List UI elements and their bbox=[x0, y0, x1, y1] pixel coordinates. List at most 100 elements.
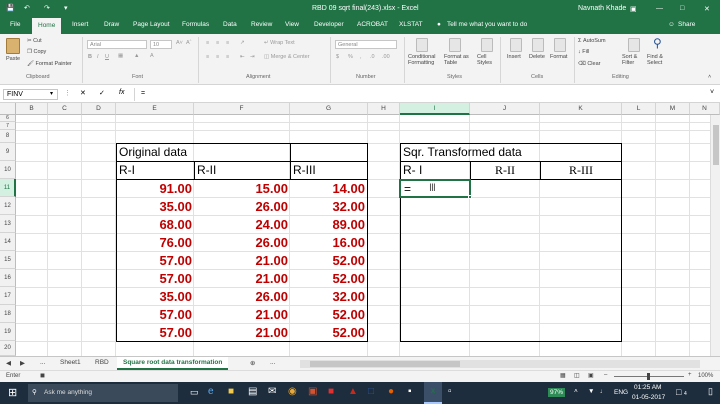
original-r3-row3[interactable]: 89.00 bbox=[290, 217, 365, 232]
chrome-icon[interactable]: ◉ bbox=[288, 386, 297, 397]
font-color-icon[interactable]: A bbox=[150, 53, 154, 59]
horizontal-scrollbar[interactable] bbox=[300, 360, 700, 368]
cancel-entry-icon[interactable]: ✕ bbox=[80, 89, 86, 97]
column-header-e[interactable]: E bbox=[116, 103, 194, 115]
excel-taskbar-icon[interactable]: X bbox=[424, 382, 442, 404]
ribbon-display-icon[interactable]: ▣ bbox=[630, 5, 637, 13]
original-data-title[interactable]: Original data bbox=[119, 145, 187, 159]
row-header-10[interactable]: 10 bbox=[0, 161, 16, 179]
wrap-text-button[interactable]: ↵ Wrap Text bbox=[264, 40, 295, 46]
row-header-7[interactable]: 7 bbox=[0, 122, 16, 130]
find-select-button[interactable]: Find & Select bbox=[647, 54, 671, 66]
sort-filter-icon[interactable] bbox=[628, 38, 640, 52]
original-r2-row1[interactable]: 15.00 bbox=[194, 181, 288, 196]
battery-indicator[interactable]: 97% bbox=[548, 388, 566, 397]
original-header-r3[interactable]: R-III bbox=[293, 163, 316, 177]
store-icon[interactable]: ▤ bbox=[248, 386, 257, 397]
worksheet-grid[interactable]: B C D E F G H I J K L M N 6 7 8 9 10 11 … bbox=[0, 103, 720, 356]
share-icon[interactable]: ☺ bbox=[668, 21, 675, 28]
windows-start-icon[interactable]: ⊞ bbox=[8, 386, 17, 399]
delete-cells-icon[interactable] bbox=[532, 38, 544, 52]
clock-time[interactable]: 01:25 AM bbox=[634, 384, 661, 391]
edge-browser-icon[interactable]: e bbox=[208, 386, 214, 397]
format-cells-icon[interactable] bbox=[554, 38, 566, 52]
page-break-view-icon[interactable]: ▣ bbox=[588, 372, 594, 379]
original-r1-row6[interactable]: 57.00 bbox=[116, 271, 192, 286]
more-sheets-left[interactable]: ... bbox=[40, 359, 45, 366]
user-name[interactable]: Navnath Khade bbox=[578, 5, 626, 12]
tray-overflow-icon[interactable]: ˄ bbox=[574, 388, 578, 395]
font-size-box[interactable]: 10 bbox=[150, 40, 172, 49]
column-header-f[interactable]: F bbox=[194, 103, 290, 115]
original-r1-row8[interactable]: 57.00 bbox=[116, 307, 192, 322]
orientation-icon[interactable]: ↗ bbox=[240, 40, 245, 46]
format-as-table-icon[interactable] bbox=[449, 38, 461, 52]
row-header-13[interactable]: 13 bbox=[0, 215, 16, 233]
column-header-c[interactable]: C bbox=[48, 103, 82, 115]
tell-me-box[interactable]: Tell me what you want to do bbox=[447, 21, 527, 28]
fill-color-icon[interactable]: ▲ bbox=[134, 53, 139, 59]
transformed-data-title[interactable]: Sqr. Transformed data bbox=[403, 145, 522, 159]
tab-file[interactable]: File bbox=[10, 21, 20, 28]
insert-function-icon[interactable]: fx bbox=[119, 89, 124, 96]
share-button[interactable]: Share bbox=[678, 21, 695, 28]
format-painter-button[interactable]: 🖌 Format Painter bbox=[27, 61, 72, 67]
row-header-11[interactable]: 11 bbox=[0, 179, 16, 197]
original-r1-row7[interactable]: 35.00 bbox=[116, 289, 192, 304]
page-layout-view-icon[interactable]: ◫ bbox=[574, 372, 580, 379]
row-header-14[interactable]: 14 bbox=[0, 233, 16, 251]
original-r3-row4[interactable]: 16.00 bbox=[290, 235, 365, 250]
tab-data[interactable]: Data bbox=[223, 21, 237, 28]
italic-button[interactable]: I bbox=[97, 54, 99, 60]
next-sheet-icon[interactable]: ▶ bbox=[20, 359, 25, 367]
maximize-icon[interactable]: □ bbox=[680, 5, 684, 12]
original-r1-row1[interactable]: 91.00 bbox=[116, 181, 192, 196]
sheet-tab-rbd[interactable]: RBD bbox=[95, 359, 109, 366]
currency-icon[interactable]: $ bbox=[336, 54, 339, 60]
original-r3-row9[interactable]: 52.00 bbox=[290, 325, 365, 340]
app-icon[interactable]: ■ bbox=[328, 386, 334, 397]
action-center-icon[interactable]: □ bbox=[676, 387, 681, 397]
align-top-icon[interactable]: ≡ bbox=[206, 40, 209, 46]
paste-button[interactable]: Paste bbox=[6, 56, 20, 62]
number-format-box[interactable]: General bbox=[335, 40, 397, 49]
sheet-tab-sheet1[interactable]: Sheet1 bbox=[60, 359, 81, 366]
grow-font-icon[interactable]: A˅ bbox=[176, 40, 183, 46]
add-sheet-icon[interactable]: ⊕ bbox=[250, 359, 255, 367]
keyboard-language[interactable]: ENG bbox=[614, 389, 628, 396]
cell-styles-icon[interactable] bbox=[481, 38, 493, 52]
redo-icon[interactable]: ↷ bbox=[44, 4, 50, 12]
autosum-button[interactable]: Σ AutoSum bbox=[578, 38, 606, 44]
fill-handle[interactable] bbox=[468, 195, 472, 199]
align-right-icon[interactable]: ≡ bbox=[226, 54, 229, 60]
sort-filter-button[interactable]: Sort & Filter bbox=[622, 54, 646, 66]
comma-icon[interactable]: , bbox=[360, 54, 362, 60]
clear-button[interactable]: ⌫ Clear bbox=[578, 61, 600, 67]
column-header-g[interactable]: G bbox=[290, 103, 368, 115]
format-as-table-button[interactable]: Format as Table bbox=[444, 54, 472, 66]
original-r3-row8[interactable]: 52.00 bbox=[290, 307, 365, 322]
cell-styles-button[interactable]: Cell Styles bbox=[477, 54, 497, 66]
row-header-16[interactable]: 16 bbox=[0, 269, 16, 287]
borders-icon[interactable]: ▦ bbox=[118, 53, 123, 59]
paste-icon[interactable] bbox=[6, 38, 20, 54]
task-view-icon[interactable]: ▭ bbox=[190, 387, 199, 398]
app-icon[interactable]: ▫ bbox=[448, 386, 452, 397]
original-r2-row8[interactable]: 21.00 bbox=[194, 307, 288, 322]
show-desktop-icon[interactable]: ▯ bbox=[708, 386, 713, 397]
row-header-20[interactable]: 20 bbox=[0, 341, 16, 356]
original-header-r1[interactable]: R-I bbox=[119, 163, 135, 177]
row-header-18[interactable]: 18 bbox=[0, 305, 16, 323]
app-icon[interactable]: ▪ bbox=[408, 386, 412, 397]
transformed-header-r2[interactable]: R-II bbox=[470, 163, 540, 178]
save-icon[interactable]: 💾 bbox=[6, 4, 15, 12]
column-header-l[interactable]: L bbox=[622, 103, 656, 115]
increase-decimal-icon[interactable]: .0 bbox=[370, 54, 375, 60]
row-header-17[interactable]: 17 bbox=[0, 287, 16, 305]
tab-acrobat[interactable]: ACROBAT bbox=[357, 21, 388, 28]
volume-icon[interactable]: ♩ bbox=[600, 388, 607, 395]
search-icon[interactable]: ⚲ bbox=[653, 36, 662, 50]
wifi-icon[interactable]: ▼ bbox=[588, 388, 594, 395]
column-header-n[interactable]: N bbox=[690, 103, 720, 115]
enter-entry-icon[interactable]: ✓ bbox=[99, 89, 105, 97]
